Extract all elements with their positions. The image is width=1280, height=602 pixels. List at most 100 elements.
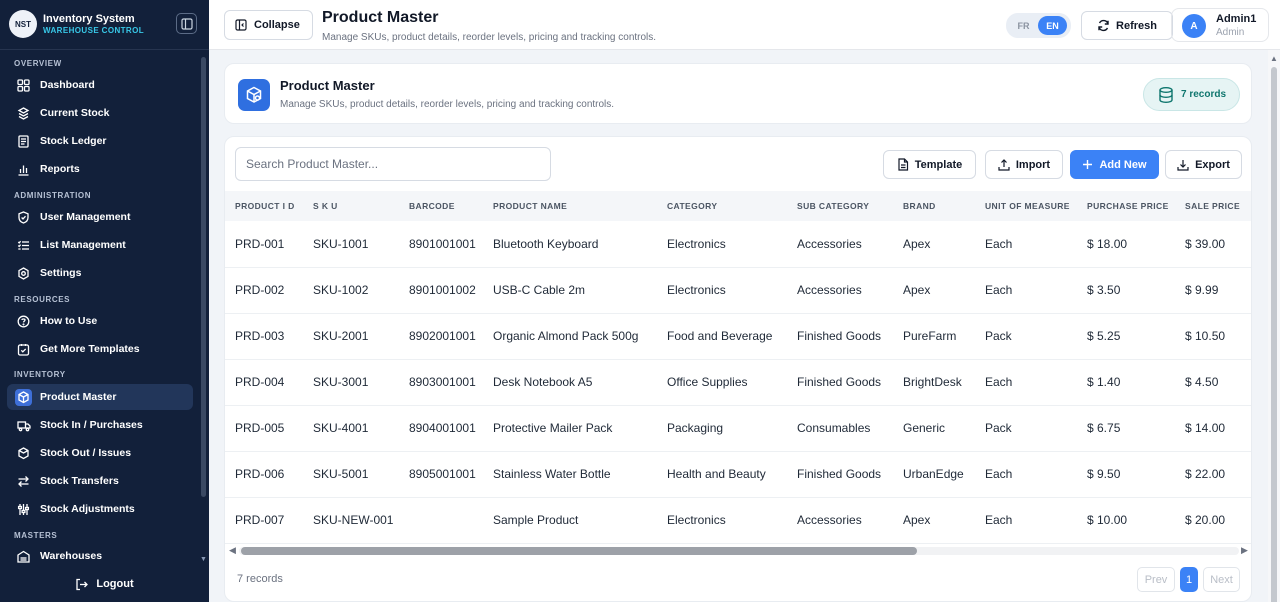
sidebar-item-label: Reports <box>40 163 80 175</box>
cell-sale-price: $ 14.00 <box>1185 421 1226 435</box>
column-header-product-id[interactable]: PRODUCT I D <box>225 191 303 221</box>
import-label: Import <box>1015 158 1051 171</box>
sidebar-scrollbar[interactable] <box>201 57 206 497</box>
template-label: Template <box>914 158 963 171</box>
scroll-up-icon[interactable]: ▲ <box>1270 54 1278 63</box>
scroll-left-icon[interactable]: ◀ <box>229 545 236 556</box>
table-row[interactable]: PRD-005 SKU-4001 8904001001 Protective Mail… <box>225 405 1251 451</box>
column-header-sku[interactable]: S K U <box>303 191 399 221</box>
cell-unit-of-measure: Each <box>985 375 1013 389</box>
sidebar-item-dashboard[interactable]: Dashboard <box>7 72 193 98</box>
sidebar-item-user-management[interactable]: User Management <box>7 204 193 230</box>
cell-unit-of-measure: Each <box>985 236 1013 251</box>
cell-brand: UrbanEdge <box>903 467 964 481</box>
table-row[interactable]: PRD-002 SKU-1002 8901001002 USB-C Cable 2m E… <box>225 267 1251 313</box>
sidebar-item-label: Stock In / Purchases <box>40 419 143 431</box>
table-row[interactable]: PRD-003 SKU-2001 8902001001 Organic Almond … <box>225 313 1251 359</box>
cell-sale-price: $ 10.50 <box>1185 329 1226 343</box>
cell-purchase-price: $ 9.50 <box>1087 467 1121 481</box>
scroll-right-icon[interactable]: ▶ <box>1241 545 1248 556</box>
reports-icon <box>15 161 32 178</box>
product-box-icon <box>238 79 270 111</box>
page-1-button[interactable]: 1 <box>1180 567 1198 592</box>
settings-icon <box>15 265 32 282</box>
box-out-icon <box>15 445 32 462</box>
page-scrollbar[interactable]: ▲ <box>1268 50 1280 602</box>
search-input[interactable] <box>235 147 551 181</box>
table-row[interactable]: PRD-004 SKU-3001 8903001001 Desk Notebook A… <box>225 359 1251 405</box>
cell-product-name: Stainless Water Bottle <box>493 467 611 481</box>
lang-en-button[interactable]: EN <box>1038 16 1067 35</box>
cell-sku: SKU-1001 <box>313 236 369 251</box>
sidebar-item-get-more-templates[interactable]: Get More Templates <box>7 336 193 362</box>
template-button[interactable]: Template <box>883 150 976 179</box>
records-count-label: 7 records <box>1180 89 1227 100</box>
page-title: Product Master <box>322 9 439 26</box>
cell-sale-price: $ 9.99 <box>1185 283 1219 297</box>
cell-category: Food and Beverage <box>667 329 773 343</box>
sidebar-item-list-management[interactable]: List Management <box>7 232 193 258</box>
section-administration: ADMINISTRATION <box>14 191 92 200</box>
column-header-sale-price[interactable]: SALE PRICE <box>1175 191 1251 221</box>
column-header-brand[interactable]: BRAND <box>893 191 975 221</box>
section-masters: MASTERS <box>14 531 58 540</box>
table-row[interactable]: PRD-001 SKU-1001 8901001001 Bluetooth Keybo… <box>225 221 1251 267</box>
refresh-button[interactable]: Refresh <box>1081 11 1173 40</box>
cell-sku: SKU-NEW-001 <box>313 513 394 527</box>
sidebar-item-stock-out[interactable]: Stock Out / Issues <box>7 440 193 466</box>
sidebar-item-product-master[interactable]: Product Master <box>7 384 193 410</box>
add-new-label: Add New <box>1099 158 1147 171</box>
table-body: PRD-001 SKU-1001 8901001001 Bluetooth Keybo… <box>225 221 1251 543</box>
table-row[interactable]: PRD-007 SKU-NEW-001 Sample Product Electron… <box>225 497 1251 543</box>
prev-page-button[interactable]: Prev <box>1137 567 1175 592</box>
section-subtitle: Manage SKUs, product details, reorder le… <box>280 99 615 110</box>
sidebar-item-how-to-use[interactable]: How to Use <box>7 308 193 334</box>
cell-product-name: Bluetooth Keyboard <box>493 236 599 251</box>
column-header-unit-of-measure[interactable]: UNIT OF MEASURE <box>975 191 1077 221</box>
sidebar-item-label: Stock Out / Issues <box>40 447 132 459</box>
sidebar-item-reports[interactable]: Reports <box>7 156 193 182</box>
cell-product-id: PRD-003 <box>235 329 285 343</box>
column-header-category[interactable]: CATEGORY <box>657 191 787 221</box>
logout-button[interactable]: Logout <box>0 566 209 602</box>
table-row[interactable]: PRD-006 SKU-5001 8905001001 Stainless Water… <box>225 451 1251 497</box>
cell-category: Office Supplies <box>667 375 748 389</box>
column-header-barcode[interactable]: BARCODE <box>399 191 483 221</box>
collapse-button[interactable]: Collapse <box>224 10 313 40</box>
sidebar-item-stock-transfers[interactable]: Stock Transfers <box>7 468 193 494</box>
scrollbar-thumb[interactable] <box>241 547 917 555</box>
cell-barcode: 8902001001 <box>409 329 476 343</box>
column-header-sub-category[interactable]: SUB CATEGORY <box>787 191 893 221</box>
column-header-product-name[interactable]: PRODUCT NAME <box>483 191 657 221</box>
add-new-button[interactable]: Add New <box>1070 150 1159 179</box>
product-table: PRODUCT I D S K U BARCODE PRODUCT NAME C… <box>225 191 1251 544</box>
ledger-icon <box>15 133 32 150</box>
sidebar-item-current-stock[interactable]: Current Stock <box>7 100 193 126</box>
cell-purchase-price: $ 3.50 <box>1087 283 1121 297</box>
user-name: Admin1 <box>1216 13 1257 25</box>
sidebar-toggle-button[interactable] <box>176 13 197 34</box>
table-horizontal-scrollbar[interactable]: ◀ ▶ <box>229 545 1249 556</box>
sidebar-item-stock-ledger[interactable]: Stock Ledger <box>7 128 193 154</box>
next-page-button[interactable]: Next <box>1203 567 1240 592</box>
user-menu[interactable]: A Admin1 Admin <box>1171 8 1269 42</box>
sidebar-item-label: Stock Adjustments <box>40 503 135 515</box>
warehouse-icon <box>15 548 32 565</box>
page-scrollbar-thumb[interactable] <box>1271 67 1277 602</box>
column-header-purchase-price[interactable]: PURCHASE PRICE <box>1077 191 1175 221</box>
sidebar-item-label: Stock Ledger <box>40 135 107 147</box>
export-button[interactable]: Export <box>1165 150 1242 179</box>
sidebar-item-stock-adjustments[interactable]: Stock Adjustments <box>7 496 193 522</box>
cell-purchase-price: $ 10.00 <box>1087 513 1128 527</box>
lang-fr-button[interactable]: FR <box>1009 16 1038 35</box>
cell-product-id: PRD-002 <box>235 283 285 297</box>
brand-subtitle: WAREHOUSE CONTROL <box>43 26 145 35</box>
cell-category: Electronics <box>667 236 726 251</box>
sidebar-item-stock-in[interactable]: Stock In / Purchases <box>7 412 193 438</box>
import-button[interactable]: Import <box>985 150 1063 179</box>
sidebar-item-settings[interactable]: Settings <box>7 260 193 286</box>
sidebar-scroll-down-icon[interactable]: ▼ <box>200 556 207 563</box>
cell-category: Electronics <box>667 513 726 527</box>
sidebar-item-label: Product Master <box>40 391 117 403</box>
cell-product-name: USB-C Cable 2m <box>493 283 586 297</box>
